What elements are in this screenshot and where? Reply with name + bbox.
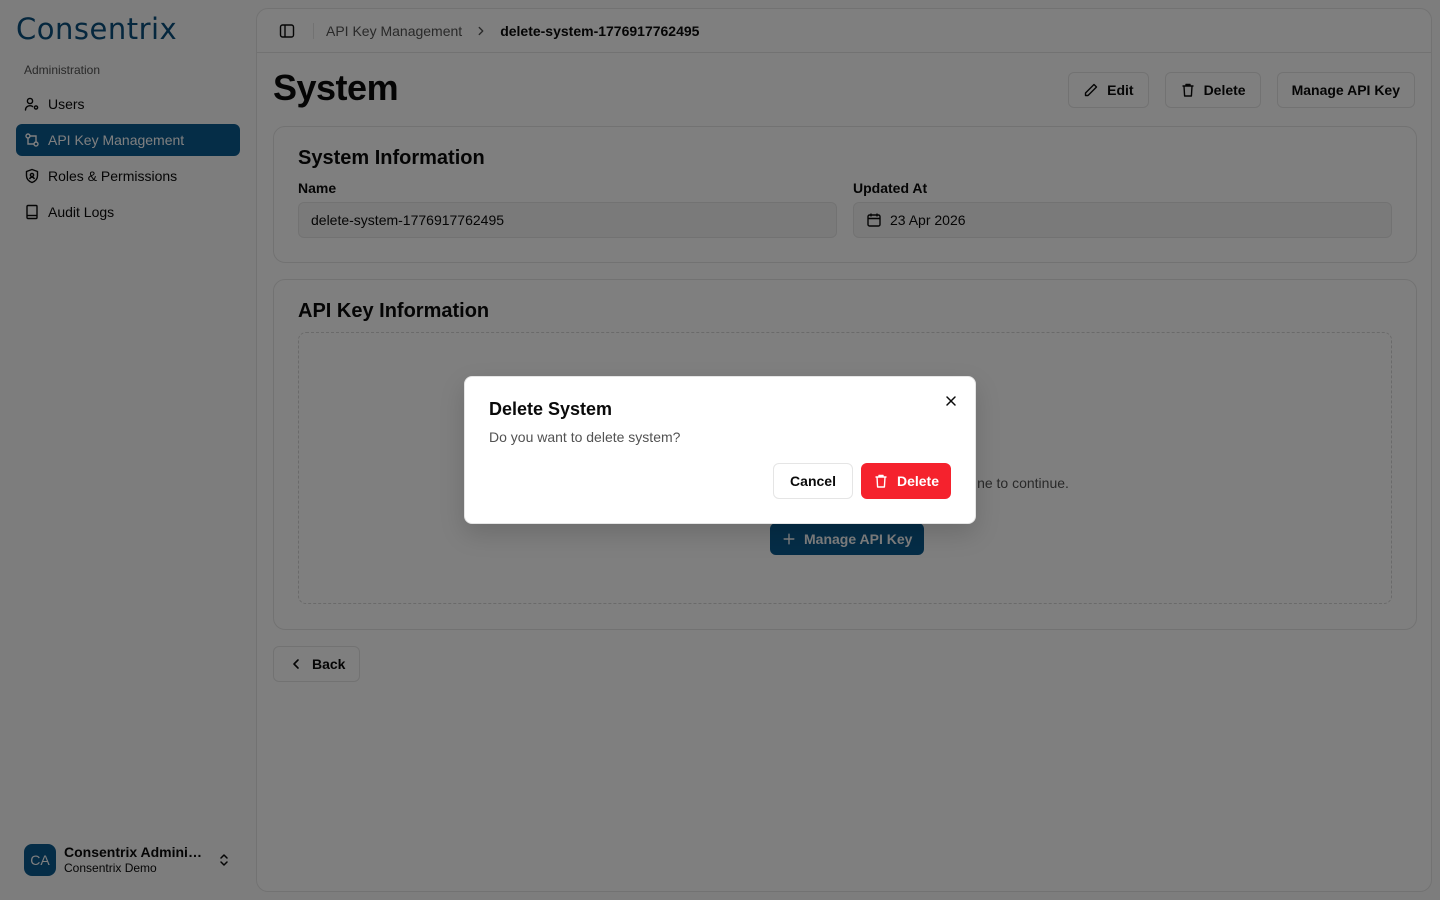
delete-system-dialog: Delete System Do you want to delete syst…: [464, 376, 976, 524]
dialog-actions: Cancel Delete: [773, 463, 951, 499]
dialog-description: Do you want to delete system?: [489, 429, 681, 445]
confirm-delete-button[interactable]: Delete: [860, 463, 951, 499]
dialog-title: Delete System: [489, 399, 613, 419]
cancel-button[interactable]: Cancel: [773, 463, 853, 499]
trash-icon: [875, 474, 887, 488]
close-icon[interactable]: [943, 393, 959, 409]
confirm-delete-label: Delete: [896, 473, 939, 489]
